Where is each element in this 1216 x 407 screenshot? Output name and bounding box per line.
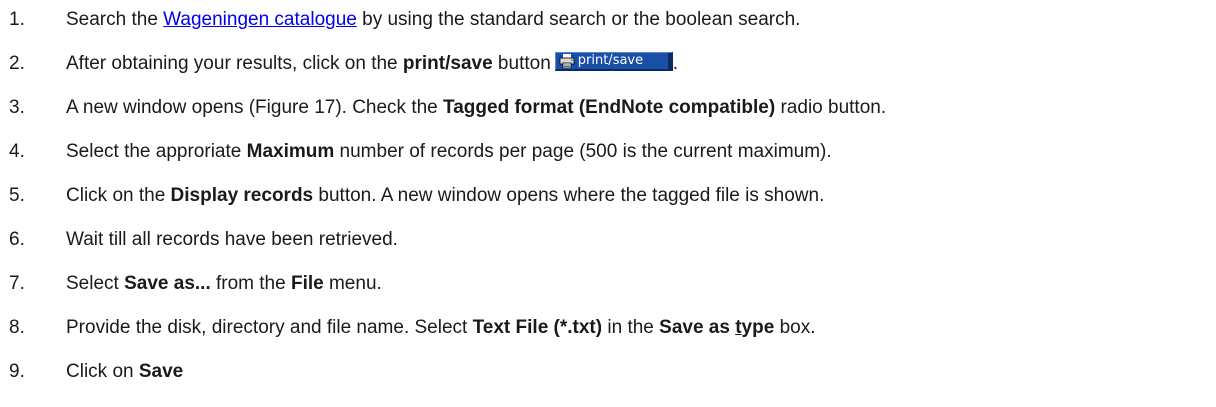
step-number: 4. <box>9 141 25 162</box>
step-text: After obtaining your results, click on t… <box>66 52 679 74</box>
step-text: Provide the disk, directory and file nam… <box>66 317 816 338</box>
step-number: 6. <box>9 229 25 250</box>
step-text: Search the Wageningen catalogue by using… <box>66 9 801 30</box>
step-number: 1. <box>9 9 25 30</box>
bold-term: Maximum <box>246 141 335 162</box>
step-text: Select Save as... from the File menu. <box>66 273 382 294</box>
bold-term: Text File (*.txt) <box>472 317 603 338</box>
printer-icon <box>559 54 575 69</box>
bold-term: File <box>290 273 324 294</box>
bold-term: Tagged format (EndNote compatible) <box>443 97 776 118</box>
step-text: Select the approriate Maximum number of … <box>66 141 832 162</box>
bold-term: Display records <box>170 185 314 206</box>
print-save-button[interactable]: print/save <box>554 52 673 72</box>
bold-term: Save as... <box>124 273 211 294</box>
bold-term: Save <box>138 361 184 382</box>
step-text: Click on Save <box>66 361 184 382</box>
bold-term: Save as type <box>659 317 775 338</box>
step-number: 3. <box>9 97 25 118</box>
wageningen-catalogue-link[interactable]: Wageningen catalogue <box>163 9 357 30</box>
step-number: 2. <box>9 53 25 74</box>
step-text: Wait till all records have been retrieve… <box>66 229 398 250</box>
bold-term: print/save <box>402 53 493 74</box>
print-save-button-label: print/save <box>577 53 644 69</box>
step-number: 8. <box>9 317 25 338</box>
step-text: Click on the Display records button. A n… <box>66 185 825 206</box>
step-number: 7. <box>9 273 25 294</box>
step-text: A new window opens (Figure 17). Check th… <box>66 97 887 118</box>
step-number: 9. <box>9 361 25 382</box>
step-number: 5. <box>9 185 25 206</box>
